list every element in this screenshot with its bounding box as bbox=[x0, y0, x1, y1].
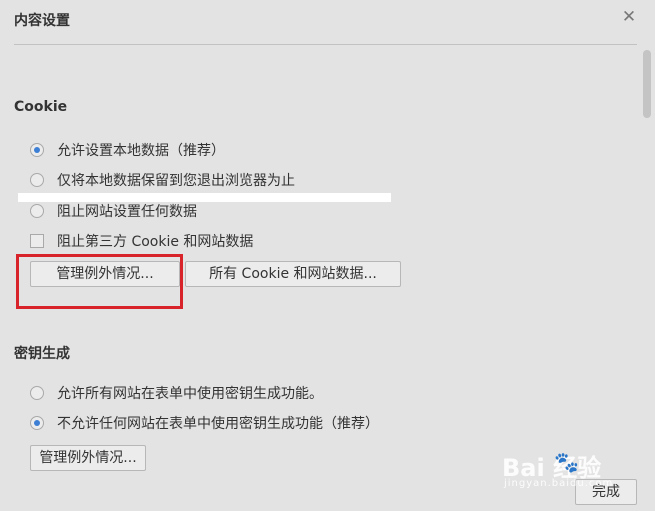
cookie-option-allow-label: 允许设置本地数据（推荐） bbox=[57, 143, 225, 159]
cookie-option-allow[interactable]: 允许设置本地数据（推荐） bbox=[30, 140, 225, 160]
keygen-option-block-label: 不允许任何网站在表单中使用密钥生成功能（推荐） bbox=[57, 416, 379, 432]
dialog-title: 内容设置 bbox=[14, 13, 70, 29]
cookie-option-block-third-party-label: 阻止第三方 Cookie 和网站数据 bbox=[57, 234, 254, 250]
keygen-option-allow-label: 允许所有网站在表单中使用密钥生成功能。 bbox=[57, 386, 323, 402]
checkbox-icon[interactable] bbox=[30, 234, 44, 248]
scrollbar-thumb[interactable] bbox=[643, 50, 651, 118]
keygen-section-heading: 密钥生成 bbox=[14, 346, 70, 362]
keygen-option-allow[interactable]: 允许所有网站在表单中使用密钥生成功能。 bbox=[30, 383, 323, 403]
watermark-url: jingyan.baidu.com bbox=[504, 478, 614, 489]
cookie-option-block-third-party[interactable]: 阻止第三方 Cookie 和网站数据 bbox=[30, 231, 253, 251]
baidu-jingyan-watermark: Bai 经验 🐾 jingyan.baidu.com bbox=[502, 448, 612, 489]
keygen-manage-exceptions-button[interactable]: 管理例外情况... bbox=[30, 445, 146, 471]
close-icon[interactable]: ✕ bbox=[620, 8, 638, 26]
paw-icon: 🐾 bbox=[554, 450, 579, 474]
radio-unselected-icon[interactable] bbox=[30, 173, 44, 187]
cookie-option-block-label: 阻止网站设置任何数据 bbox=[57, 204, 197, 220]
radio-unselected-icon[interactable] bbox=[30, 204, 44, 218]
redaction-bar bbox=[18, 193, 391, 202]
cookie-option-block[interactable]: 阻止网站设置任何数据 bbox=[30, 201, 197, 221]
highlight-box bbox=[16, 254, 183, 309]
radio-selected-icon[interactable] bbox=[30, 416, 44, 430]
cookie-option-session-only[interactable]: 仅将本地数据保留到您退出浏览器为止 bbox=[30, 170, 295, 190]
cookie-section-heading: Cookie bbox=[14, 99, 68, 115]
content-settings-dialog: 内容设置 ✕ Cookie 允许设置本地数据（推荐） 仅将本地数据保留到您退出浏… bbox=[0, 0, 655, 511]
radio-unselected-icon[interactable] bbox=[30, 386, 44, 400]
scrollbar[interactable] bbox=[638, 46, 655, 511]
title-divider bbox=[14, 44, 637, 45]
cookie-option-session-only-label: 仅将本地数据保留到您退出浏览器为止 bbox=[57, 173, 295, 189]
keygen-option-block[interactable]: 不允许任何网站在表单中使用密钥生成功能（推荐） bbox=[30, 413, 379, 433]
all-cookies-and-site-data-button[interactable]: 所有 Cookie 和网站数据... bbox=[185, 261, 401, 287]
radio-selected-icon[interactable] bbox=[30, 143, 44, 157]
